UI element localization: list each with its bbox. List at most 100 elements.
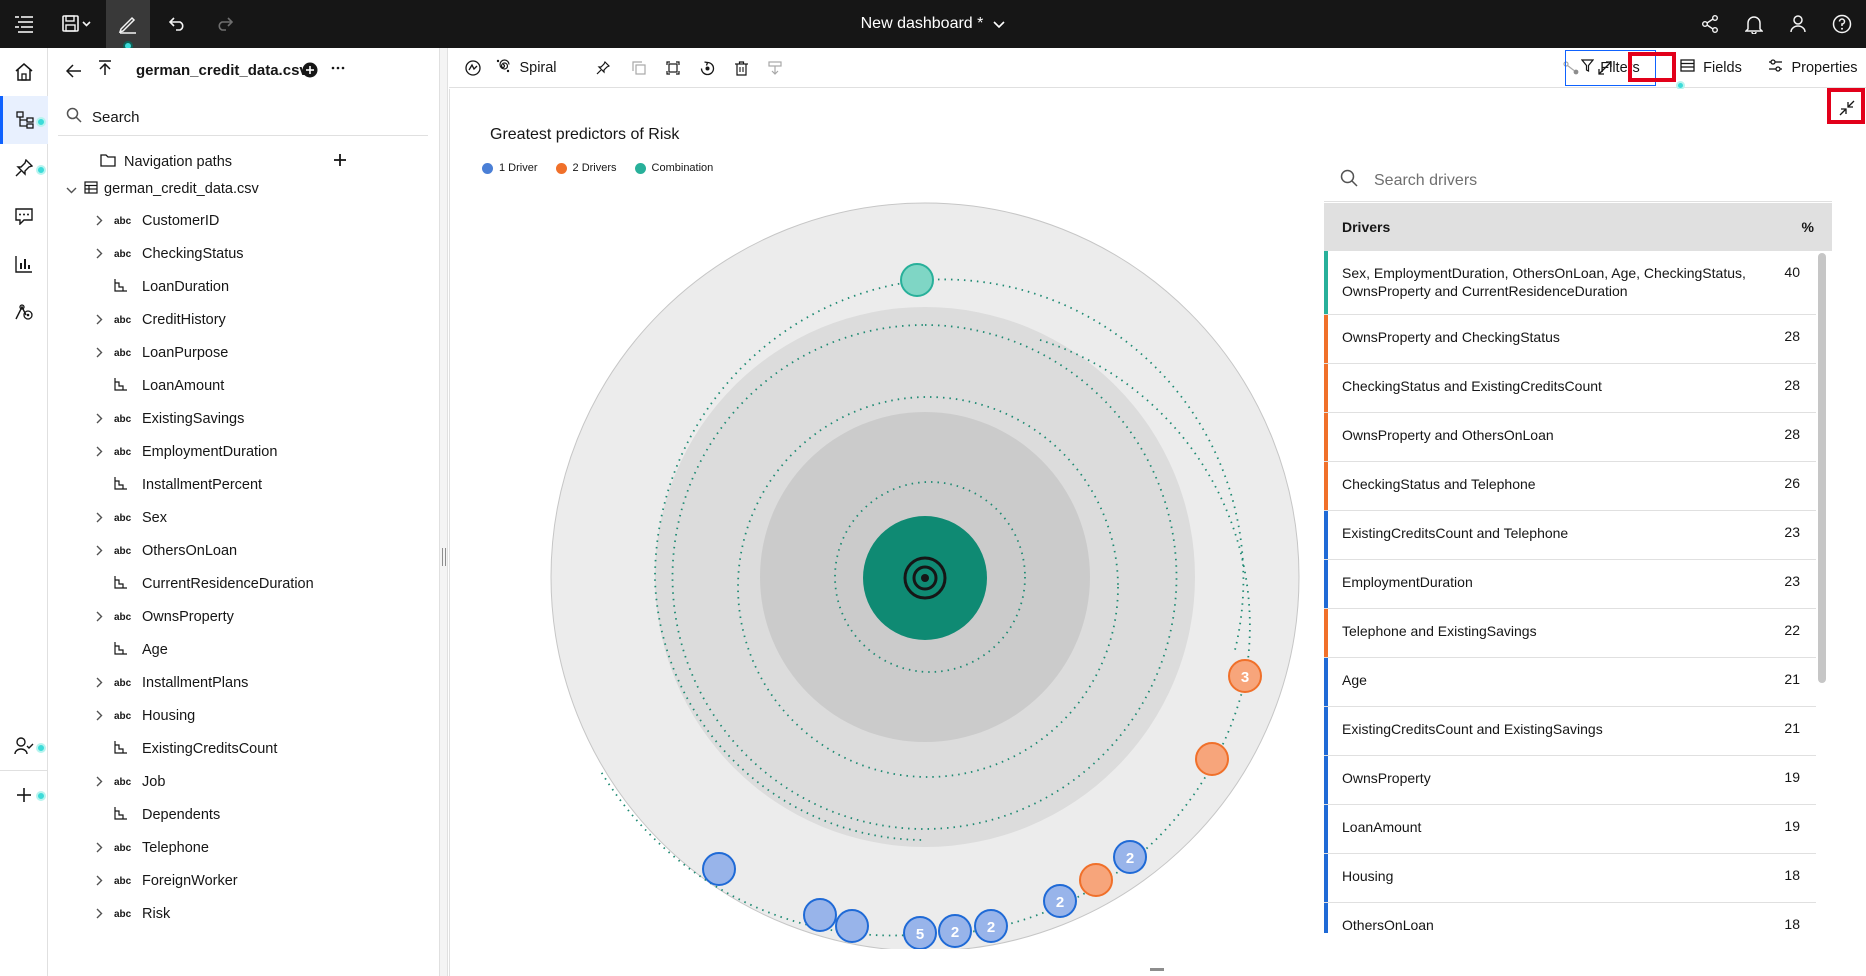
chevron-right-icon[interactable] bbox=[96, 874, 103, 889]
driver-percent: 40 bbox=[1784, 264, 1800, 280]
chevron-right-icon[interactable] bbox=[96, 841, 103, 856]
column-item[interactable]: abc Sex bbox=[48, 502, 440, 534]
chevron-right-icon[interactable] bbox=[96, 775, 103, 790]
fit-icon[interactable] bbox=[657, 48, 689, 88]
column-item[interactable]: abc ExistingSavings bbox=[48, 403, 440, 435]
add-navigation-path-icon[interactable] bbox=[334, 154, 346, 170]
user-icon[interactable] bbox=[1778, 0, 1818, 48]
driver-row[interactable]: OwnsProperty 19 bbox=[1324, 756, 1816, 805]
delete-icon[interactable] bbox=[725, 48, 757, 88]
chevron-right-icon[interactable] bbox=[96, 676, 103, 691]
bubble-one-driver[interactable] bbox=[835, 909, 869, 943]
source-table-row[interactable]: german_credit_data.csv bbox=[48, 173, 440, 205]
pin-widget-icon[interactable] bbox=[587, 48, 619, 88]
column-item[interactable]: abc OwnsProperty bbox=[48, 601, 440, 633]
driver-row[interactable]: Sex, EmploymentDuration, OthersOnLoan, A… bbox=[1324, 251, 1816, 315]
driver-row[interactable]: EmploymentDuration 23 bbox=[1324, 560, 1816, 609]
upload-icon[interactable] bbox=[98, 60, 112, 81]
dashboard-title[interactable]: New dashboard * bbox=[861, 15, 984, 33]
redo-icon[interactable] bbox=[204, 0, 244, 48]
visualizations-icon[interactable] bbox=[0, 240, 48, 288]
column-item[interactable]: LoanDuration bbox=[48, 271, 440, 303]
chevron-down-icon[interactable] bbox=[993, 17, 1005, 32]
viz-type-button[interactable]: Spiral bbox=[491, 48, 561, 88]
bubble-one-driver[interactable] bbox=[803, 898, 837, 932]
chevron-right-icon[interactable] bbox=[96, 709, 103, 724]
chevron-right-icon[interactable] bbox=[96, 907, 103, 922]
column-item[interactable]: abc InstallmentPlans bbox=[48, 667, 440, 699]
chevron-right-icon[interactable] bbox=[96, 610, 103, 625]
text-type-icon: abc bbox=[114, 446, 132, 458]
driver-row[interactable]: ExistingCreditsCount and ExistingSavings… bbox=[1324, 707, 1816, 756]
chevron-right-icon[interactable] bbox=[96, 445, 103, 460]
home-icon[interactable] bbox=[0, 48, 48, 96]
refresh-icon[interactable] bbox=[691, 48, 723, 88]
assistant-icon[interactable] bbox=[0, 288, 48, 336]
driver-row[interactable]: CheckingStatus and ExistingCreditsCount 2… bbox=[1324, 364, 1816, 413]
chevron-right-icon[interactable] bbox=[96, 346, 103, 361]
bubble-two-drivers[interactable] bbox=[1195, 742, 1229, 776]
column-item[interactable]: abc Telephone bbox=[48, 832, 440, 864]
driver-row[interactable]: LoanAmount 19 bbox=[1324, 805, 1816, 854]
driver-row[interactable]: Telephone and ExistingSavings 22 bbox=[1324, 609, 1816, 658]
add-circle-icon[interactable] bbox=[302, 62, 318, 83]
column-item[interactable]: abc Job bbox=[48, 766, 440, 798]
share-icon[interactable] bbox=[1690, 0, 1730, 48]
properties-button[interactable]: Properties bbox=[1761, 48, 1865, 88]
drill-icon[interactable] bbox=[759, 48, 791, 88]
help-icon[interactable] bbox=[1822, 0, 1862, 48]
ai-assist-icon[interactable] bbox=[457, 48, 489, 88]
chevron-right-icon[interactable] bbox=[96, 247, 103, 262]
column-item[interactable]: abc Housing bbox=[48, 700, 440, 732]
comment-icon[interactable] bbox=[0, 192, 48, 240]
column-item[interactable]: CurrentResidenceDuration bbox=[48, 568, 440, 600]
bubble-one-driver[interactable] bbox=[702, 852, 736, 886]
drivers-search[interactable]: Search drivers bbox=[1324, 160, 1832, 202]
column-item[interactable]: ExistingCreditsCount bbox=[48, 733, 440, 765]
back-arrow-icon[interactable] bbox=[65, 62, 82, 83]
panel-splitter[interactable] bbox=[440, 48, 448, 976]
driver-row[interactable]: OwnsProperty and OthersOnLoan 28 bbox=[1324, 413, 1816, 462]
header-percent[interactable]: % bbox=[1802, 219, 1814, 235]
chevron-right-icon[interactable] bbox=[96, 511, 103, 526]
driver-row[interactable]: OwnsProperty and CheckingStatus 28 bbox=[1324, 315, 1816, 364]
fields-button[interactable]: Fields bbox=[1671, 48, 1751, 88]
column-item[interactable]: Age bbox=[48, 634, 440, 666]
notification-icon[interactable] bbox=[1734, 0, 1774, 48]
column-item[interactable]: abc EmploymentDuration bbox=[48, 436, 440, 468]
save-icon[interactable] bbox=[56, 0, 98, 48]
driver-row[interactable]: Housing 18 bbox=[1324, 854, 1816, 903]
undo-icon[interactable] bbox=[158, 0, 198, 48]
column-item[interactable]: abc LoanPurpose bbox=[48, 337, 440, 369]
bubble-combination[interactable] bbox=[900, 263, 934, 297]
chevron-right-icon[interactable] bbox=[96, 313, 103, 328]
column-item[interactable]: abc CheckingStatus bbox=[48, 238, 440, 270]
driver-row[interactable]: ExistingCreditsCount and Telephone 23 bbox=[1324, 511, 1816, 560]
menu-icon[interactable] bbox=[4, 0, 44, 48]
header-drivers[interactable]: Drivers bbox=[1342, 219, 1390, 235]
chevron-right-icon[interactable] bbox=[96, 214, 103, 229]
chevron-right-icon[interactable] bbox=[96, 412, 103, 427]
resize-handle[interactable] bbox=[1150, 968, 1164, 971]
column-item[interactable]: LoanAmount bbox=[48, 370, 440, 402]
overflow-menu-icon[interactable] bbox=[330, 60, 346, 81]
data-search[interactable]: Search bbox=[58, 100, 428, 136]
column-item[interactable]: abc CustomerID bbox=[48, 205, 440, 237]
driver-row[interactable]: Age 21 bbox=[1324, 658, 1816, 707]
driver-row[interactable]: OthersOnLoan 18 bbox=[1324, 903, 1816, 933]
bubble-two-drivers[interactable] bbox=[1079, 863, 1113, 897]
drivers-scrollbar[interactable] bbox=[1818, 253, 1826, 683]
column-item[interactable]: abc OthersOnLoan bbox=[48, 535, 440, 567]
column-label: Risk bbox=[142, 906, 171, 922]
bubble-count: 2 bbox=[951, 924, 959, 941]
column-item[interactable]: abc CreditHistory bbox=[48, 304, 440, 336]
chevron-right-icon[interactable] bbox=[96, 544, 103, 559]
driver-row[interactable]: CheckingStatus and Telephone 26 bbox=[1324, 462, 1816, 511]
copy-icon[interactable] bbox=[623, 48, 655, 88]
column-item[interactable]: abc Risk bbox=[48, 898, 440, 930]
column-item[interactable]: Dependents bbox=[48, 799, 440, 831]
column-item[interactable]: InstallmentPercent bbox=[48, 469, 440, 501]
chevron-down-icon[interactable] bbox=[66, 182, 77, 197]
column-item[interactable]: abc ForeignWorker bbox=[48, 865, 440, 897]
splitter-grip[interactable] bbox=[442, 548, 446, 566]
